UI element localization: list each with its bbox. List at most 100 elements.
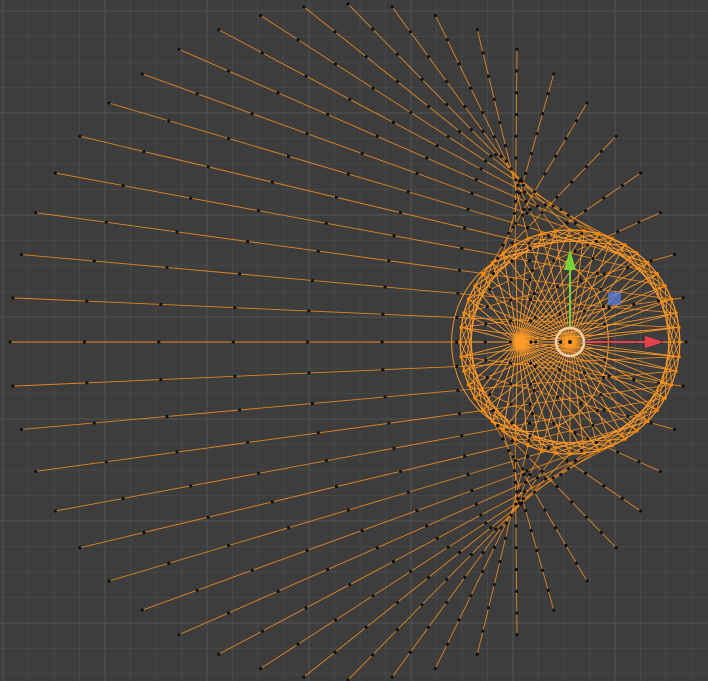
selected-vertex bbox=[674, 311, 678, 315]
selected-vertex bbox=[490, 261, 495, 265]
mesh-vertex bbox=[503, 536, 508, 540]
mesh-vertex bbox=[258, 666, 263, 671]
mesh-vertex bbox=[445, 577, 449, 582]
mesh-vertex bbox=[457, 412, 462, 416]
mesh-vertex bbox=[602, 484, 606, 488]
mesh-vertex bbox=[515, 47, 519, 51]
mesh-vertex bbox=[632, 302, 636, 307]
selected-vertex bbox=[513, 243, 517, 247]
mesh-vertex bbox=[466, 472, 470, 477]
mesh-vertex bbox=[406, 190, 410, 194]
mesh-vertex bbox=[524, 480, 528, 485]
mesh-vertex bbox=[514, 178, 518, 182]
mesh-vertex bbox=[250, 568, 254, 572]
mesh-vertex bbox=[425, 524, 429, 528]
mesh-vertex bbox=[458, 129, 462, 133]
selected-vertex bbox=[473, 396, 477, 400]
xy-plane-handle-icon[interactable] bbox=[608, 292, 621, 305]
mesh-vertex bbox=[420, 77, 424, 81]
mesh-vertex bbox=[470, 489, 474, 493]
mesh-vertex bbox=[595, 408, 599, 413]
selected-vertex bbox=[466, 297, 471, 301]
selected-vertex bbox=[459, 354, 463, 359]
mesh-vertex bbox=[469, 127, 473, 132]
mesh-vertex bbox=[566, 213, 570, 217]
viewport-canvas[interactable] bbox=[0, 0, 708, 681]
selected-vertex bbox=[645, 261, 650, 265]
mesh-vertex bbox=[528, 402, 532, 406]
mesh-vertex bbox=[559, 207, 563, 212]
mesh-vertex bbox=[508, 340, 513, 344]
mesh-vertex bbox=[672, 427, 677, 432]
mesh-vertex bbox=[233, 306, 237, 310]
mesh-vertex bbox=[509, 402, 513, 406]
mesh-vertex bbox=[446, 135, 450, 139]
mesh-vertex bbox=[463, 575, 467, 580]
mesh-vertex bbox=[533, 340, 538, 344]
mesh-vertex bbox=[324, 221, 328, 225]
mesh-vertex bbox=[425, 156, 429, 160]
mesh-vertex bbox=[487, 74, 491, 78]
mesh-vertex bbox=[398, 469, 403, 473]
mesh-vertex bbox=[8, 340, 12, 344]
mesh-vertex bbox=[514, 502, 518, 506]
mesh-vertex bbox=[306, 340, 310, 344]
selected-vertex bbox=[623, 437, 627, 441]
mesh-vertex bbox=[78, 134, 82, 138]
mesh-vertex bbox=[286, 526, 291, 530]
mesh-vertex bbox=[492, 583, 496, 587]
selected-vertex bbox=[526, 443, 530, 448]
selected-vertex bbox=[568, 452, 572, 456]
mesh-vertex bbox=[140, 608, 144, 612]
mesh-vertex bbox=[528, 278, 532, 282]
selected-vertex bbox=[674, 369, 678, 373]
mesh-vertex bbox=[586, 243, 590, 247]
mesh-vertex bbox=[681, 384, 685, 388]
mesh-vertex bbox=[553, 154, 558, 158]
mesh-vertex bbox=[159, 377, 163, 382]
mesh-vertex bbox=[408, 30, 412, 34]
mesh-vertex bbox=[390, 675, 394, 679]
mesh-vertex bbox=[528, 382, 533, 386]
mesh-vertex bbox=[82, 340, 87, 344]
mesh-vertex bbox=[525, 469, 529, 473]
mesh-vertex bbox=[270, 500, 274, 504]
mesh-vertex bbox=[53, 171, 57, 175]
mesh-vertex bbox=[305, 132, 309, 136]
mesh-vertex bbox=[481, 110, 485, 115]
mesh-vertex bbox=[509, 513, 513, 517]
mesh-vertex bbox=[599, 287, 603, 292]
selected-vertex bbox=[539, 448, 544, 452]
mesh-vertex bbox=[599, 530, 603, 535]
mesh-vertex bbox=[547, 446, 551, 450]
mesh-vertex bbox=[515, 490, 519, 494]
mesh-vertex bbox=[456, 291, 460, 296]
mesh-vertex bbox=[395, 628, 399, 632]
selected-vertex bbox=[553, 451, 558, 455]
mesh-vertex bbox=[107, 579, 111, 583]
mesh-vertex bbox=[53, 509, 57, 513]
3d-viewport[interactable] bbox=[0, 0, 708, 681]
mesh-vertex bbox=[304, 74, 308, 78]
selected-vertex bbox=[663, 396, 667, 400]
mesh-vertex bbox=[409, 110, 413, 115]
mesh-vertex bbox=[415, 508, 419, 513]
mesh-vertex bbox=[528, 207, 532, 212]
mesh-vertex bbox=[543, 477, 547, 481]
mesh-vertex bbox=[481, 129, 485, 133]
mesh-vertex bbox=[238, 408, 242, 412]
mesh-vertex bbox=[684, 340, 688, 344]
mesh-vertex bbox=[233, 374, 237, 378]
mesh-vertex bbox=[512, 211, 517, 215]
mesh-vertex bbox=[415, 171, 419, 176]
mesh-vertex bbox=[494, 153, 498, 157]
mesh-vertex bbox=[380, 340, 384, 344]
selected-vertex bbox=[462, 311, 466, 315]
mesh-vertex bbox=[573, 431, 577, 435]
mesh-vertex bbox=[681, 296, 685, 300]
mesh-vertex bbox=[602, 196, 606, 200]
selected-vertex bbox=[677, 325, 681, 330]
mesh-vertex bbox=[375, 134, 379, 138]
mesh-vertex bbox=[524, 508, 528, 513]
mesh-vertex bbox=[305, 548, 309, 552]
